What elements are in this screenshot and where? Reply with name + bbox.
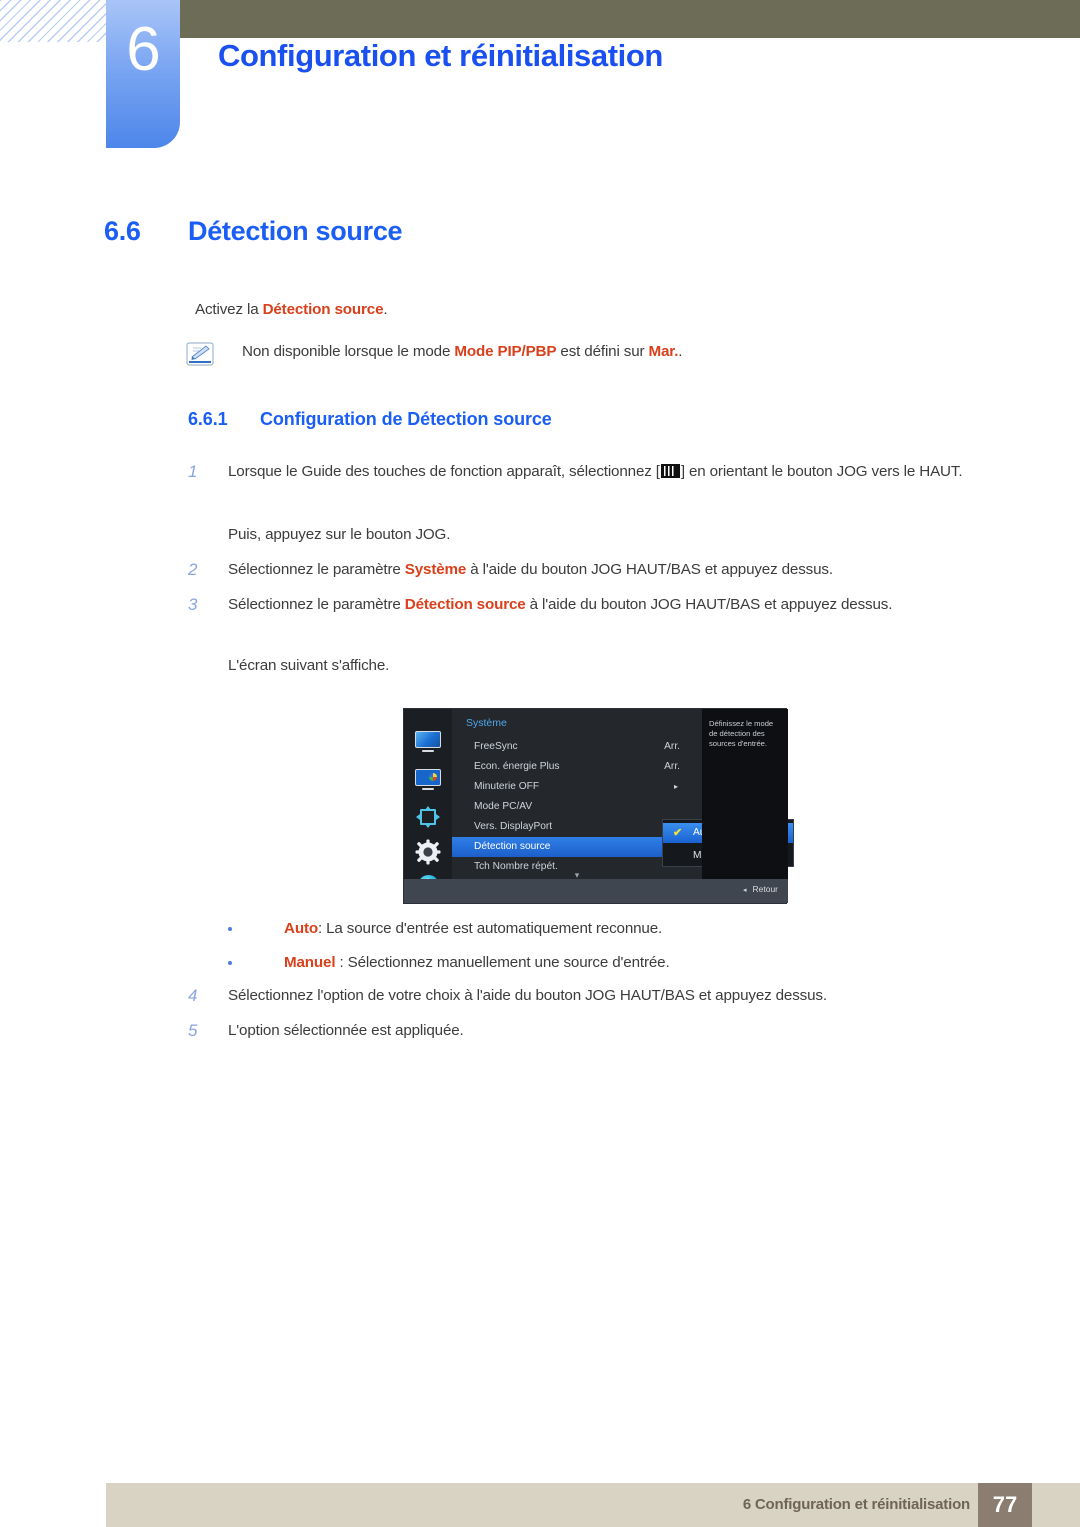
page-footer: 6 Configuration et réinitialisation 77 (106, 1483, 1080, 1527)
step-number: 1 (188, 462, 198, 481)
osd-category-label: Système (466, 717, 507, 729)
step-2-highlight: Système (404, 561, 467, 578)
arrow-left-icon: ◂ (742, 887, 747, 894)
position-arrows-icon (415, 805, 441, 828)
note-text: Non disponible lorsque le mode Mode PIP/… (242, 341, 683, 363)
step-1-text-a: Lorsque le Guide des touches de fonction… (228, 463, 660, 480)
step-5: 5 L'option sélectionnée est appliquée. (188, 1020, 1003, 1042)
section-intro: Activez la Détection source. (195, 299, 388, 321)
subsection-number: 6.6.1 (188, 409, 228, 429)
step-1-text-b: ] en orientant le bouton JOG vers le HAU… (680, 463, 963, 480)
note-callout: Non disponible lorsque le mode Mode PIP/… (186, 341, 683, 366)
step-text: Sélectionnez le paramètre Détection sour… (228, 594, 1003, 616)
monitor-icon (415, 731, 441, 752)
osd-footer-bar: ◂ Retour (404, 879, 788, 903)
step-3-extra: L'écran suivant s'affiche. (228, 657, 390, 674)
step-text: Sélectionnez le paramètre Système à l'ai… (228, 559, 1003, 581)
chapter-number-tab: 6 (106, 0, 180, 148)
osd-row-detection-source[interactable]: Détection source (452, 837, 664, 857)
osd-back-label: Retour (752, 884, 778, 894)
osd-row-value: Arr. (664, 741, 680, 752)
list-item: Manuel : Sélectionnez manuellement une s… (228, 952, 670, 974)
osd-row-freesync[interactable]: FreeSync Arr. (452, 737, 702, 757)
step-3: 3 Sélectionnez le paramètre Détection so… (188, 594, 1003, 616)
step-text: Sélectionnez l'option de votre choix à l… (228, 987, 827, 1004)
step-number: 5 (188, 1021, 198, 1040)
step-4: 4 Sélectionnez l'option de votre choix à… (188, 985, 1003, 1007)
note-text-part1: Non disponible lorsque le mode (242, 343, 455, 360)
osd-row-econ-energie-plus[interactable]: Econ. énergie Plus Arr. (452, 757, 702, 777)
bullet-highlight: Manuel (284, 954, 336, 971)
osd-row-label: Econ. énergie Plus (474, 761, 560, 772)
picture-color-icon (415, 769, 441, 790)
bullet-dot-icon (228, 918, 284, 937)
osd-row-label: Mode PC/AV (474, 801, 533, 812)
intro-highlight: Détection source (262, 301, 384, 318)
step-1: 1 Lorsque le Guide des touches de foncti… (188, 461, 1003, 483)
footer-chapter-label: 6 Configuration et réinitialisation (742, 1496, 970, 1513)
intro-suffix: . (383, 301, 388, 318)
section-number: 6.6 (104, 216, 141, 246)
step-3-highlight: Détection source (404, 596, 526, 613)
step-3-text-a: Sélectionnez le paramètre (228, 596, 405, 613)
note-pencil-icon (186, 342, 214, 366)
bullet-dot-icon (228, 952, 284, 971)
osd-menu-screenshot: i Système FreeSync Arr. Econ. énergie Pl… (403, 708, 794, 904)
osd-row-label: Vers. DisplayPort (474, 821, 553, 832)
step-text: Lorsque le Guide des touches de fonction… (228, 461, 1003, 483)
bullet-body: : Sélectionnez manuellement une source d… (335, 954, 670, 971)
section-title: Détection source (188, 216, 403, 246)
step-text: L'option sélectionnée est appliquée. (228, 1022, 464, 1039)
osd-row-value: Arr. (664, 761, 680, 772)
list-item: Auto: La source d'entrée est automatique… (228, 918, 662, 940)
osd-back-button[interactable]: ◂ Retour (743, 884, 778, 894)
osd-row-minuterie-off[interactable]: Minuterie OFF ▸ (452, 777, 702, 797)
intro-prefix: Activez la (195, 301, 263, 318)
scroll-down-indicator-icon[interactable]: ▾ (452, 871, 702, 880)
note-text-part3: . (678, 343, 683, 360)
osd-help-text: Définissez le mode de détection des sour… (702, 709, 788, 881)
step-1-extra: Puis, appuyez sur le bouton JOG. (228, 526, 451, 543)
check-icon: ✔ (673, 827, 683, 839)
bullet-highlight: Auto (284, 920, 318, 937)
osd-row-label: Minuterie OFF (474, 781, 540, 792)
chevron-right-icon: ▸ (673, 782, 678, 791)
subsection-heading: 6.6.1 Configuration de Détection source (188, 409, 552, 430)
note-highlight-2: Mar. (648, 343, 679, 360)
bullet-text: Auto: La source d'entrée est automatique… (284, 918, 662, 940)
step-2-text-a: Sélectionnez le paramètre (228, 561, 405, 578)
osd-icon-sidebar: i (404, 709, 452, 896)
chapter-title: Configuration et réinitialisation (218, 38, 663, 73)
bullet-text: Manuel : Sélectionnez manuellement une s… (284, 952, 670, 974)
bullet-body: : La source d'entrée est automatiquement… (317, 920, 663, 937)
page-number: 77 (978, 1483, 1032, 1527)
page-title: 6.6 Détection source (104, 216, 403, 247)
subsection-title: Configuration de Détection source (260, 409, 552, 429)
step-2-text-b: à l'aide du bouton JOG HAUT/BAS et appuy… (466, 561, 833, 578)
step-3-text-b: à l'aide du bouton JOG HAUT/BAS et appuy… (525, 596, 893, 613)
step-number: 2 (188, 560, 198, 579)
note-text-part2: est défini sur (556, 343, 649, 360)
document-page: 6 Configuration et réinitialisation 6.6 D… (0, 0, 1080, 1527)
gear-settings-icon (415, 839, 441, 865)
step-number: 4 (188, 986, 198, 1005)
note-highlight-1: Mode PIP/PBP (454, 343, 557, 360)
step-2: 2 Sélectionnez le paramètre Système à l'… (188, 559, 1003, 581)
osd-row-label: Détection source (474, 841, 551, 852)
header-band (178, 0, 1080, 38)
step-number: 3 (188, 595, 198, 614)
osd-row-label: FreeSync (474, 741, 518, 752)
chapter-number: 6 (126, 15, 160, 84)
menu-bars-icon (660, 464, 680, 478)
osd-row-mode-pc-av[interactable]: Mode PC/AV (452, 797, 702, 817)
